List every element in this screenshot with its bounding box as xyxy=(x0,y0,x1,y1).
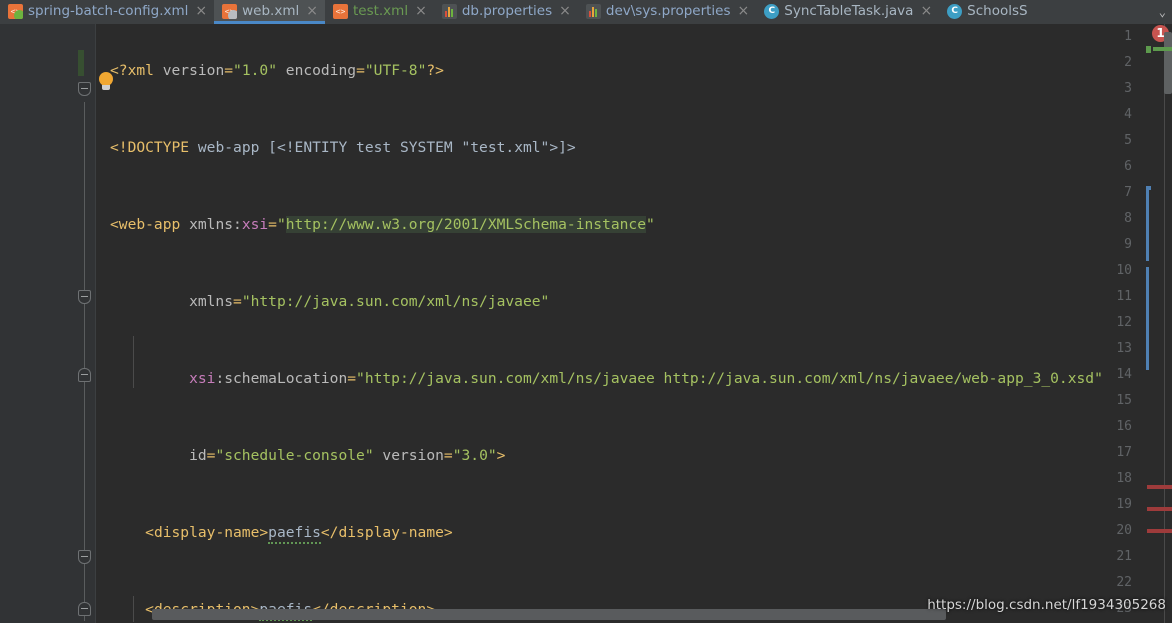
stripe-marker-error[interactable] xyxy=(1147,529,1172,533)
lightbulb-icon[interactable] xyxy=(98,72,114,92)
code-line: <!DOCTYPE web-app [<!ENTITY test SYSTEM … xyxy=(110,139,576,156)
tab-label: dev\sys.properties xyxy=(605,3,731,19)
xml-icon xyxy=(332,3,348,19)
tab-web-xml[interactable]: web.xml × xyxy=(214,0,325,24)
stripe-marker-occurrence[interactable] xyxy=(1146,189,1149,261)
xml-spring-icon xyxy=(8,3,23,19)
tab-close-icon[interactable]: × xyxy=(415,4,427,18)
stripe-marker-change[interactable] xyxy=(1146,46,1151,53)
tab-test-xml[interactable]: test.xml × xyxy=(325,0,434,24)
stripe-marker-error[interactable] xyxy=(1147,485,1172,489)
editor-gutter[interactable] xyxy=(0,24,96,623)
vertical-scrollbar-thumb[interactable] xyxy=(1164,32,1172,94)
properties-icon xyxy=(585,3,601,19)
stripe-marker-error[interactable] xyxy=(1147,507,1172,511)
code-editor[interactable]: 1 2 3 4 5 6 7 8 9 10 11 12 13 14 15 16 17 18 19 20 21 22 23 <?… xyxy=(0,24,1172,623)
tab-label: test.xml xyxy=(352,3,409,19)
stripe-marker-occurrence[interactable] xyxy=(1146,186,1151,190)
fold-marker[interactable] xyxy=(78,544,91,570)
error-stripe-marker-panel[interactable]: 1 xyxy=(1142,24,1172,623)
tab-db-properties[interactable]: db.properties × xyxy=(434,0,578,24)
fold-marker[interactable] xyxy=(78,362,91,388)
tab-label: SchoolsS xyxy=(967,3,1028,19)
tab-close-icon[interactable]: × xyxy=(559,4,571,18)
java-class-icon xyxy=(764,3,780,19)
tab-synctabletask-java[interactable]: SyncTableTask.java × xyxy=(756,0,939,24)
stripe-marker-occurrence[interactable] xyxy=(1146,267,1149,370)
tab-close-icon[interactable]: × xyxy=(738,4,750,18)
tab-schoolss-java[interactable]: SchoolsS xyxy=(939,0,1034,24)
code-content[interactable]: <?xml version="1.0" encoding="UTF-8"?> <… xyxy=(96,24,1142,623)
code-line: xmlns="http://java.sun.com/xml/ns/javaee… xyxy=(189,293,550,310)
tab-label: web.xml xyxy=(242,3,300,19)
xml-web-icon xyxy=(222,3,238,19)
code-line: xsi:schemaLocation="http://java.sun.com/… xyxy=(189,370,1103,387)
editor-tab-bar: spring-batch-config.xml × web.xml × test… xyxy=(0,0,1172,24)
vcs-change-marker xyxy=(78,50,84,76)
tab-close-icon[interactable]: × xyxy=(195,4,207,18)
code-line: <?xml version="1.0" encoding="UTF-8"?> xyxy=(110,62,444,79)
properties-icon xyxy=(441,3,457,19)
fold-marker[interactable] xyxy=(78,596,91,622)
code-line: <web-app xmlns:xsi="http://www.w3.org/20… xyxy=(110,216,655,233)
stripe-divider xyxy=(1164,24,1165,623)
tab-spring-batch-config-xml[interactable]: spring-batch-config.xml × xyxy=(0,0,214,24)
watermark-url: https://blog.csdn.net/lf1934305268 xyxy=(927,597,1166,613)
fold-marker[interactable] xyxy=(78,76,91,102)
stripe-marker-change[interactable] xyxy=(1153,47,1172,51)
tab-label: spring-batch-config.xml xyxy=(28,3,189,19)
java-class-icon xyxy=(947,3,963,19)
tab-label: SyncTableTask.java xyxy=(784,3,914,19)
code-line: id="schedule-console" version="3.0"> xyxy=(189,447,506,464)
tab-overflow-chevron-down-icon[interactable]: ⌄ xyxy=(1153,0,1172,24)
code-line: <display-name>paefis</display-name> xyxy=(96,520,1142,546)
tab-close-icon[interactable]: × xyxy=(920,4,932,18)
tab-close-icon[interactable]: × xyxy=(306,4,318,18)
tab-label: db.properties xyxy=(461,3,553,19)
fold-marker[interactable] xyxy=(78,284,91,310)
tab-dev-sys-properties[interactable]: dev\sys.properties × xyxy=(578,0,756,24)
horizontal-scrollbar-thumb[interactable] xyxy=(152,609,946,620)
